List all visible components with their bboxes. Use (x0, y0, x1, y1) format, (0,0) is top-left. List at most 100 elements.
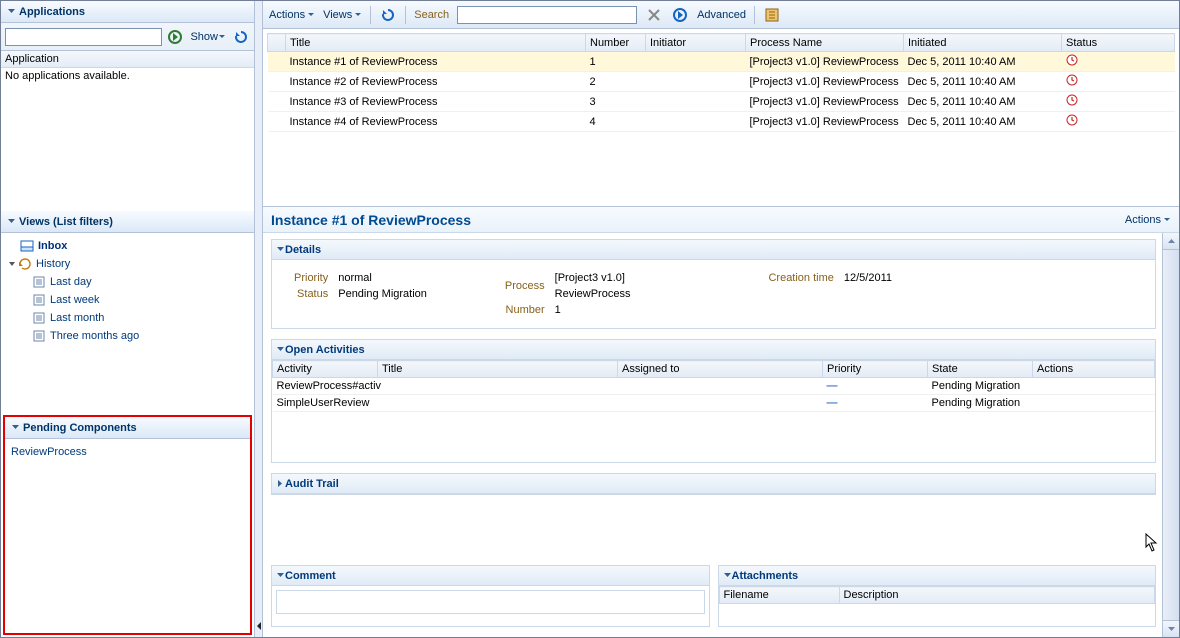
show-dropdown[interactable]: Show (188, 31, 228, 43)
advanced-search-link[interactable]: Advanced (697, 9, 746, 21)
applications-search-row: Show (1, 23, 254, 51)
table-row[interactable]: Instance #2 of ReviewProcess2[Project3 v… (268, 72, 1175, 92)
value-process-1: [Project3 v1.0] (551, 271, 635, 285)
go-search-icon[interactable] (671, 6, 689, 24)
clear-search-icon[interactable] (645, 6, 663, 24)
tree-label: Last week (50, 294, 100, 306)
tree-last-month[interactable]: Last month (7, 309, 248, 327)
applications-empty-text: No applications available. (1, 68, 254, 84)
tree-label: Last month (50, 312, 104, 324)
oa-col-state[interactable]: State (928, 361, 1033, 378)
tree-last-day[interactable]: Last day (7, 273, 248, 291)
views-header[interactable]: Views (List filters) (1, 211, 254, 233)
pending-item[interactable]: ReviewProcess (11, 443, 244, 461)
show-label: Show (190, 31, 218, 43)
history-icon (17, 256, 33, 272)
col-number[interactable]: Number (586, 34, 646, 52)
go-icon[interactable] (166, 28, 184, 46)
comment-section: Comment (271, 565, 710, 627)
label-priority: Priority (290, 271, 332, 285)
col-title[interactable]: Title (286, 34, 586, 52)
pending-item-label: ReviewProcess (11, 446, 87, 458)
attachments-title: Attachments (732, 570, 799, 582)
list-icon (31, 328, 47, 344)
chevron-down-icon (276, 245, 285, 254)
applications-filter-input[interactable] (5, 28, 162, 46)
details-section: Details Prioritynormal StatusPending Mig… (271, 239, 1156, 329)
table-row[interactable]: Instance #1 of ReviewProcess1[Project3 v… (268, 52, 1175, 72)
comment-header[interactable]: Comment (272, 566, 709, 586)
chevron-down-icon (276, 345, 285, 354)
attachments-header[interactable]: Attachments (719, 566, 1156, 586)
instances-table[interactable]: Title Number Initiator Process Name Init… (267, 33, 1175, 132)
open-activities-title: Open Activities (285, 344, 365, 356)
table-row[interactable]: SimpleUserReview—Pending Migration (273, 395, 1155, 412)
details-header[interactable]: Details (272, 240, 1155, 260)
table-row[interactable]: ReviewProcess#activ—Pending Migration (273, 378, 1155, 395)
left-panel-collapse-handle[interactable] (255, 1, 263, 637)
scroll-up-arrow-icon[interactable] (1163, 233, 1179, 250)
instance-actions-menu[interactable]: Actions (1125, 214, 1171, 226)
customize-icon[interactable] (763, 6, 781, 24)
chevron-down-icon (9, 422, 21, 434)
tree-three-months[interactable]: Three months ago (7, 327, 248, 345)
pending-components-panel: Pending Components ReviewProcess (3, 415, 252, 635)
tree-history[interactable]: History (7, 255, 248, 273)
col-process[interactable]: Process Name (746, 34, 904, 52)
attach-col-description[interactable]: Description (839, 587, 1155, 604)
col-initiator[interactable]: Initiator (646, 34, 746, 52)
audit-trail-header[interactable]: Audit Trail (272, 474, 1155, 494)
tree-label: Inbox (38, 240, 67, 252)
pending-title: Pending Components (23, 422, 137, 434)
tree-label: History (36, 258, 70, 270)
label-process: Process (501, 271, 549, 301)
table-row[interactable]: Instance #4 of ReviewProcess4[Project3 v… (268, 112, 1175, 132)
open-activities-section: Open Activities Activity Title Assigned … (271, 339, 1156, 463)
list-icon (31, 292, 47, 308)
applications-title: Applications (19, 6, 85, 18)
inbox-icon (19, 238, 35, 254)
oa-col-activity[interactable]: Activity (273, 361, 378, 378)
comment-title: Comment (285, 570, 336, 582)
main-toolbar: Actions Views Search Advanced (263, 1, 1179, 29)
label-status: Status (290, 287, 332, 301)
oa-col-title[interactable]: Title (378, 361, 618, 378)
toolbar-actions-menu[interactable]: Actions (269, 9, 315, 21)
comment-input[interactable] (276, 590, 705, 614)
row-select-header (268, 34, 286, 52)
audit-trail-section: Audit Trail (271, 473, 1156, 495)
refresh-icon[interactable] (379, 6, 397, 24)
instance-title-bar: Instance #1 of ReviewProcess Actions (263, 207, 1179, 233)
chevron-down-icon (723, 571, 732, 580)
scroll-down-arrow-icon[interactable] (1163, 620, 1179, 637)
views-tree: Inbox History Last day Last week Last mo (1, 233, 254, 413)
triangle-down-icon[interactable] (7, 260, 17, 268)
refresh-icon[interactable] (232, 28, 250, 46)
oa-col-priority[interactable]: Priority (823, 361, 928, 378)
chevron-down-icon (5, 216, 17, 228)
tree-label: Last day (50, 276, 92, 288)
tree-last-week[interactable]: Last week (7, 291, 248, 309)
tree-inbox[interactable]: Inbox (7, 237, 248, 255)
value-status: Pending Migration (334, 287, 431, 301)
oa-col-assigned[interactable]: Assigned to (618, 361, 823, 378)
oa-col-actions[interactable]: Actions (1033, 361, 1155, 378)
list-icon (31, 310, 47, 326)
chevron-down-icon (5, 6, 17, 18)
attach-col-filename[interactable]: Filename (719, 587, 839, 604)
vertical-scrollbar[interactable] (1162, 233, 1179, 637)
col-initiated[interactable]: Initiated (904, 34, 1062, 52)
value-priority: normal (334, 271, 431, 285)
pending-components-header[interactable]: Pending Components (5, 417, 250, 439)
search-input[interactable] (457, 6, 637, 24)
toolbar-views-menu[interactable]: Views (323, 9, 362, 21)
open-activities-header[interactable]: Open Activities (272, 340, 1155, 360)
value-process-2: ReviewProcess (551, 287, 635, 301)
col-status[interactable]: Status (1062, 34, 1175, 52)
value-creation-time: 12/5/2011 (840, 271, 896, 285)
label-creation-time: Creation time (764, 271, 837, 285)
attachments-section: Attachments Filename Description (718, 565, 1157, 627)
table-row[interactable]: Instance #3 of ReviewProcess3[Project3 v… (268, 92, 1175, 112)
applications-header[interactable]: Applications (1, 1, 254, 23)
tree-label: Three months ago (50, 330, 139, 342)
